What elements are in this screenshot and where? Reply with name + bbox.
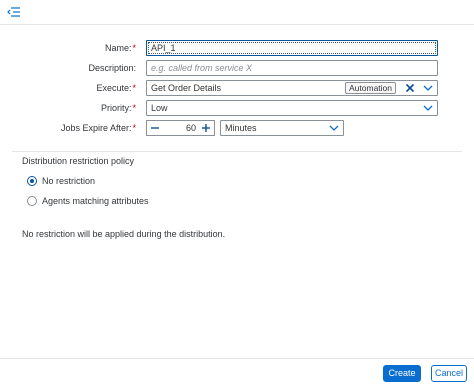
expire-unit-select[interactable]: Minutes: [220, 120, 344, 136]
execute-select[interactable]: Get Order Details Automation: [146, 80, 438, 96]
name-row: Name:* API_1: [0, 40, 474, 56]
execute-value: Get Order Details: [151, 83, 222, 93]
expire-stepper[interactable]: 60: [146, 120, 215, 136]
jobs-expire-label: Jobs Expire After:*: [60, 123, 136, 133]
description-field[interactable]: e.g. called from service X: [146, 60, 438, 76]
description-placeholder: e.g. called from service X: [151, 63, 253, 73]
radio-label-no-restriction[interactable]: No restriction: [42, 176, 95, 186]
expire-unit-value: Minutes: [225, 123, 257, 133]
description-label: Description:: [88, 63, 136, 73]
jobs-expire-row: Jobs Expire After:* 60 Minutes: [0, 120, 474, 136]
cancel-button[interactable]: Cancel: [431, 365, 467, 382]
chevron-down-icon[interactable]: [423, 84, 433, 92]
radio-label-agents-matching[interactable]: Agents matching attributes: [42, 196, 149, 206]
priority-select[interactable]: Low: [146, 100, 438, 116]
expire-value[interactable]: 60: [186, 123, 196, 133]
required-mark: *: [132, 43, 136, 53]
priority-value: Low: [151, 103, 168, 113]
top-bar: [0, 0, 474, 25]
minus-icon[interactable]: [149, 122, 161, 134]
name-field[interactable]: API_1: [146, 40, 438, 56]
execute-label: Execute:*: [96, 83, 136, 93]
description-row: Description: e.g. called from service X: [0, 60, 474, 76]
required-mark: *: [132, 103, 136, 113]
priority-label: Priority:*: [100, 103, 136, 113]
execute-row: Execute:* Get Order Details Automation: [0, 80, 474, 96]
distribution-info-text: No restriction will be applied during th…: [22, 229, 226, 239]
name-label: Name:*: [104, 43, 136, 53]
chevron-down-icon[interactable]: [423, 104, 433, 112]
chevron-down-icon[interactable]: [329, 124, 339, 132]
priority-row: Priority:* Low: [0, 100, 474, 116]
dialog-footer: Create Cancel: [0, 358, 474, 387]
plus-icon[interactable]: [200, 122, 212, 134]
menu-collapse-icon[interactable]: [7, 6, 21, 18]
radio-agents-matching[interactable]: [27, 196, 37, 206]
section-divider: [12, 151, 462, 152]
required-mark: *: [132, 123, 136, 133]
close-icon[interactable]: [405, 83, 415, 93]
required-mark: *: [132, 83, 136, 93]
radio-no-restriction[interactable]: [27, 176, 37, 186]
create-button[interactable]: Create: [383, 365, 421, 382]
automation-tag: Automation: [345, 82, 396, 94]
distribution-title: Distribution restriction policy: [22, 156, 135, 166]
name-value: API_1: [151, 43, 176, 53]
